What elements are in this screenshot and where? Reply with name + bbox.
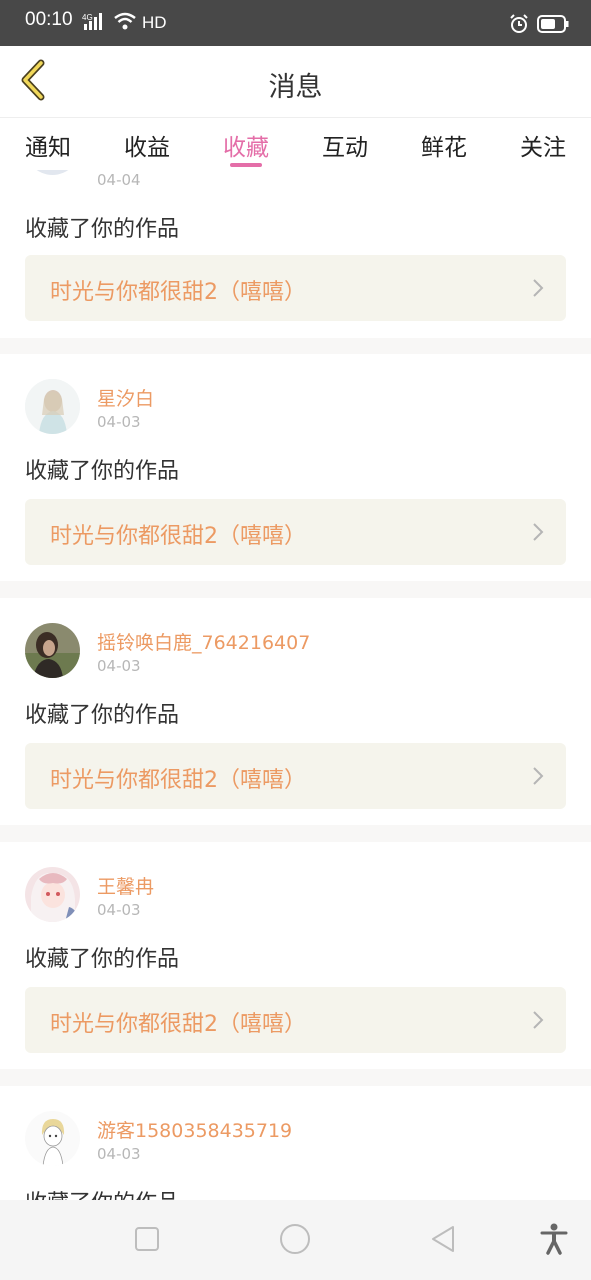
favorites-feed[interactable]: 04-04 收藏了你的作品 时光与你都很甜2（嘻嘻） 星汐白 04-03 收藏了…: [0, 170, 591, 1200]
item-date: 04-04: [97, 171, 141, 189]
avatar[interactable]: [25, 623, 80, 678]
hd-indicator: HD: [142, 13, 167, 32]
alarm-icon: [509, 14, 529, 38]
chevron-right-icon: [532, 1010, 544, 1034]
work-title: 时光与你都很甜2（嘻嘻）: [50, 768, 306, 793]
list-item: 王馨冉 04-03 收藏了你的作品 时光与你都很甜2（嘻嘻）: [0, 842, 591, 1069]
list-item: 摇铃唤白鹿_764216407 04-03 收藏了你的作品 时光与你都很甜2（嘻…: [0, 598, 591, 825]
tab-interactions[interactable]: 互动: [321, 118, 369, 170]
page-title: 消息: [268, 72, 323, 103]
triangle-back-icon: [429, 1224, 457, 1258]
work-title: 时光与你都很甜2（嘻嘻）: [50, 280, 306, 305]
tab-bar: 通知 收益 收藏 互动 鲜花 关注: [0, 118, 591, 170]
avatar[interactable]: [25, 170, 80, 175]
work-title: 时光与你都很甜2（嘻嘻）: [50, 524, 306, 549]
work-link[interactable]: 时光与你都很甜2（嘻嘻）: [25, 743, 566, 809]
accessibility-icon: [540, 1223, 568, 1259]
item-message: 收藏了你的作品: [25, 459, 180, 484]
status-time: 00:10: [25, 9, 73, 30]
item-date: 04-03: [97, 901, 141, 919]
circle-icon: [279, 1223, 311, 1259]
item-date: 04-03: [97, 413, 141, 431]
status-bar: 00:10 4G HD: [0, 0, 591, 46]
system-nav-bar: [0, 1200, 591, 1280]
avatar[interactable]: [25, 379, 80, 434]
work-link[interactable]: 时光与你都很甜2（嘻嘻）: [25, 255, 566, 321]
item-message: 收藏了你的作品: [25, 703, 180, 728]
avatar[interactable]: [25, 867, 80, 922]
item-username[interactable]: 王馨冉: [97, 872, 154, 899]
work-link[interactable]: 时光与你都很甜2（嘻嘻）: [25, 499, 566, 565]
list-item: 游客1580358435719 04-03 收藏了你的作品: [0, 1086, 591, 1200]
recent-apps-button[interactable]: [130, 1224, 164, 1258]
accessibility-button[interactable]: [537, 1223, 571, 1259]
tab-following[interactable]: 关注: [519, 118, 567, 170]
tab-notifications[interactable]: 通知: [24, 118, 72, 170]
wifi-icon: [114, 12, 136, 34]
tab-earnings[interactable]: 收益: [123, 118, 171, 170]
list-item: 星汐白 04-03 收藏了你的作品 时光与你都很甜2（嘻嘻）: [0, 354, 591, 581]
work-title: 时光与你都很甜2（嘻嘻）: [50, 1012, 306, 1037]
item-username[interactable]: 游客1580358435719: [97, 1116, 292, 1143]
chevron-right-icon: [532, 522, 544, 546]
chevron-right-icon: [532, 766, 544, 790]
item-message: 收藏了你的作品: [25, 217, 180, 242]
item-username[interactable]: 摇铃唤白鹿_764216407: [97, 628, 310, 655]
item-message: 收藏了你的作品: [25, 1185, 179, 1200]
item-date: 04-03: [97, 1145, 141, 1163]
app-header: 消息: [0, 46, 591, 118]
avatar[interactable]: [25, 1111, 80, 1166]
nav-back-button[interactable]: [426, 1224, 460, 1258]
chevron-right-icon: [532, 278, 544, 302]
item-username[interactable]: 星汐白: [97, 384, 154, 411]
work-link[interactable]: 时光与你都很甜2（嘻嘻）: [25, 987, 566, 1053]
tab-flowers[interactable]: 鲜花: [420, 118, 468, 170]
item-date: 04-03: [97, 657, 141, 675]
home-button[interactable]: [278, 1224, 312, 1258]
svg-text:4G: 4G: [82, 13, 93, 22]
item-message: 收藏了你的作品: [25, 947, 180, 972]
battery-icon: [537, 15, 569, 37]
square-icon: [134, 1226, 160, 1256]
list-item: 04-04 收藏了你的作品 时光与你都很甜2（嘻嘻）: [0, 170, 591, 338]
tab-favorites[interactable]: 收藏: [222, 118, 270, 170]
signal-icon: 4G: [82, 12, 108, 34]
